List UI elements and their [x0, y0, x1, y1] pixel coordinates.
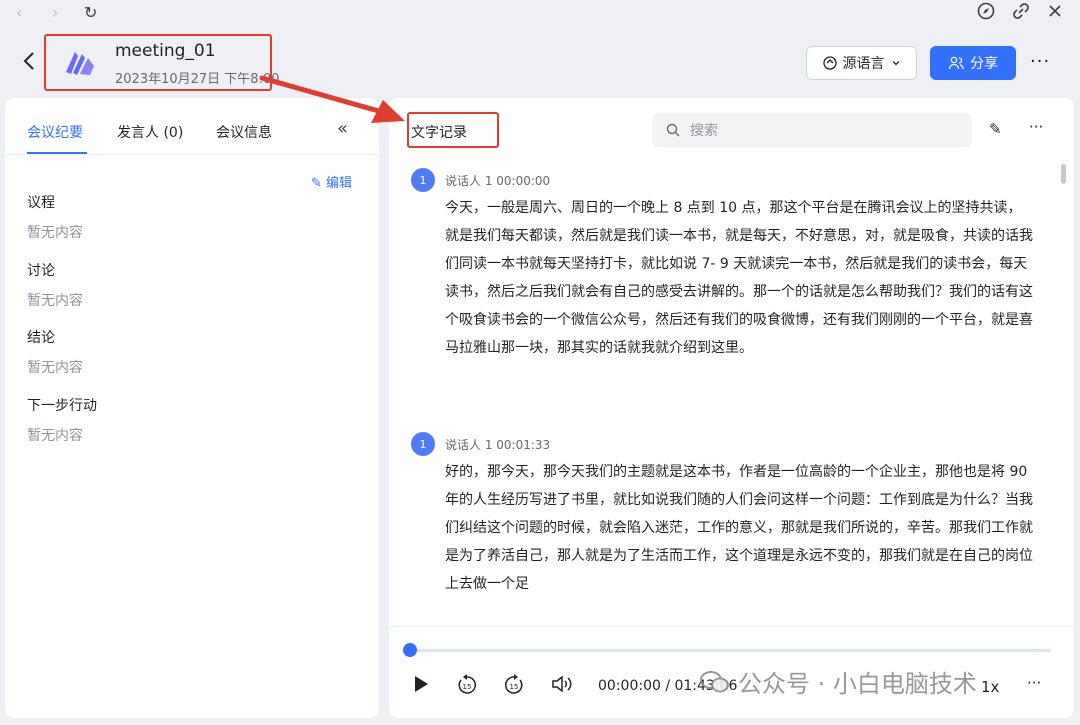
wechat-icon	[700, 670, 729, 692]
section-conclusion-title: 结论	[27, 330, 55, 346]
annotation-box-title	[44, 34, 272, 91]
tab-divider	[5, 154, 379, 155]
rewind-15-icon[interactable]: 15	[456, 674, 478, 696]
transcript-more-icon[interactable]: ···	[1029, 118, 1043, 136]
browser-forward-icon[interactable]: ›	[52, 3, 58, 22]
back-arrow-icon[interactable]	[22, 50, 36, 72]
more-options-icon[interactable]: ···	[1030, 51, 1050, 72]
summary-panel: 会议纪要 发言人 (0) 会议信息 « ✎ 编辑 议程 暂无内容 讨论 暂无内容…	[5, 98, 379, 718]
link-icon[interactable]	[1012, 2, 1030, 20]
forward-15-icon[interactable]: 15	[503, 674, 525, 696]
share-label: 分享	[970, 56, 998, 72]
play-icon[interactable]	[411, 674, 431, 694]
playback-progress-knob[interactable]	[403, 643, 417, 657]
playback-speed-button[interactable]: 1x	[981, 678, 999, 696]
section-next-steps-empty: 暂无内容	[27, 428, 83, 444]
tab-speakers[interactable]: 发言人 (0)	[117, 122, 183, 142]
player-divider	[389, 626, 1074, 627]
segment-text[interactable]: 今天，一般是周六、周日的一个晚上 8 点到 10 点，那这个平台是在腾讯会议上的…	[445, 194, 1035, 362]
speaker-avatar: 1	[411, 432, 435, 456]
player-more-icon[interactable]: ···	[1027, 674, 1041, 692]
transcript-segment: 1 说话人 1 00:01:33 好的，那今天，那今天我们的主题就是这本书，作者…	[411, 432, 1041, 622]
section-agenda-empty: 暂无内容	[27, 225, 83, 241]
pencil-icon: ✎	[311, 176, 322, 191]
speaker-avatar: 1	[411, 168, 435, 192]
tab-minutes[interactable]: 会议纪要	[27, 122, 83, 142]
search-icon	[666, 123, 680, 137]
source-language-dropdown[interactable]: 源语言	[806, 46, 917, 80]
playback-progress-track[interactable]	[409, 649, 1051, 652]
browser-toolbar: ‹ › ↻	[0, 0, 1080, 26]
section-next-steps-title: 下一步行动	[27, 398, 97, 414]
section-discussion-title: 讨论	[27, 263, 55, 279]
annotation-box-transcript	[407, 112, 499, 148]
rewind-15-label: 15	[463, 683, 472, 691]
search-input[interactable]: 搜索	[652, 113, 972, 147]
collapse-panel-icon[interactable]: «	[337, 118, 348, 139]
segment-text[interactable]: 好的，那今天，那今天我们的主题就是这本书，作者是一位高龄的一个企业主，那他也是将…	[445, 458, 1035, 598]
speaker-timestamp[interactable]: 说话人 1 00:01:33	[445, 436, 550, 453]
share-button[interactable]: 分享	[930, 46, 1016, 80]
chevron-down-icon	[892, 61, 899, 66]
edit-transcript-icon[interactable]: ✎	[989, 120, 1002, 138]
section-agenda-title: 议程	[27, 195, 55, 211]
section-conclusion-empty: 暂无内容	[27, 360, 83, 376]
tab-meeting-info[interactable]: 会议信息	[216, 122, 272, 142]
close-icon[interactable]	[1046, 2, 1064, 20]
translate-icon	[822, 56, 837, 70]
edit-button[interactable]: ✎ 编辑	[311, 172, 352, 191]
speaker-timestamp[interactable]: 说话人 1 00:00:00	[445, 172, 550, 189]
reload-icon[interactable]: ↻	[84, 3, 97, 22]
compass-icon[interactable]	[977, 2, 995, 20]
forward-15-label: 15	[510, 683, 519, 691]
browser-back-icon[interactable]: ‹	[16, 3, 22, 22]
section-discussion-empty: 暂无内容	[27, 293, 83, 309]
search-placeholder: 搜索	[690, 123, 718, 139]
source-language-label: 源语言	[842, 56, 885, 72]
edit-label: 编辑	[326, 176, 353, 191]
users-icon	[948, 56, 964, 70]
watermark-text: 公众号 · 小白电脑技术	[738, 670, 977, 698]
watermark: 公众号 · 小白电脑技术	[700, 664, 977, 699]
volume-icon[interactable]	[551, 674, 573, 694]
transcript-scrollbar[interactable]	[1061, 164, 1066, 184]
transcript-segment: 1 说话人 1 00:00:00 今天，一般是周六、周日的一个晚上 8 点到 1…	[411, 168, 1041, 418]
transcript-panel: 文字记录 搜索 ✎ ··· 1 说话人 1 00:00:00 今天，一般是周六、…	[389, 98, 1074, 718]
